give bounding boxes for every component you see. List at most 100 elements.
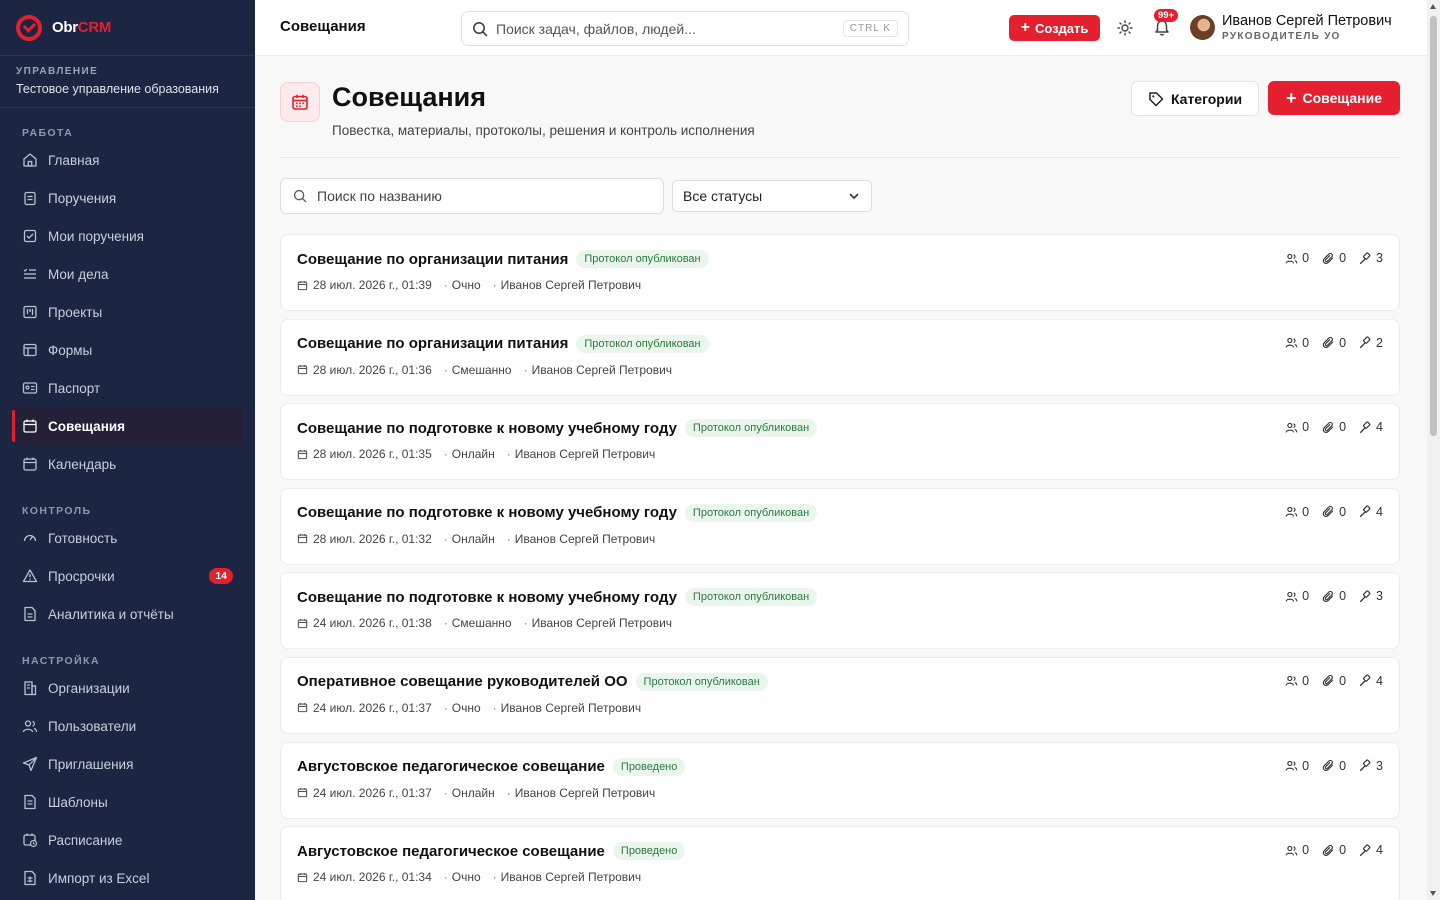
scroll-thumb[interactable]	[1430, 16, 1437, 436]
meeting-title[interactable]: Августовское педагогическое совещание	[297, 758, 605, 775]
decisions-value: 4	[1376, 420, 1383, 435]
meeting-card[interactable]: Совещание по подготовке к новому учебном…	[280, 487, 1400, 565]
users-icon	[1285, 591, 1298, 602]
status-badge: Протокол опубликован	[576, 334, 709, 353]
paperclip-icon	[1322, 590, 1334, 602]
meeting-search[interactable]	[280, 178, 664, 214]
meeting-title[interactable]: Совещание по подготовке к новому учебном…	[297, 420, 677, 437]
meeting-title[interactable]: Августовское педагогическое совещание	[297, 843, 605, 860]
paperclip-icon	[1322, 759, 1334, 772]
user-name[interactable]: Иванов Сергей Петрович	[1222, 13, 1392, 29]
sidebar-item[interactable]: Просрочки 14	[0, 557, 255, 595]
separator: ·	[492, 870, 497, 885]
sidebar-item[interactable]: Импорт из Excel	[0, 859, 255, 897]
files-value: 0	[1339, 251, 1347, 265]
sidebar-nav: РАБОТА Главная Поручения Мои поручения Мои д…	[0, 108, 255, 897]
status-filter-select[interactable]: Все статусы	[672, 180, 872, 212]
meeting-date: 28 июл. 2026 г., 01:35	[313, 447, 432, 462]
sidebar-item[interactable]: Главная	[0, 141, 255, 179]
meeting-card[interactable]: Оперативное совещание руководителей ОО П…	[280, 656, 1400, 734]
meeting-format: Онлайн	[451, 531, 495, 546]
separator: ·	[443, 700, 448, 715]
files-count: 0	[1322, 420, 1346, 434]
meeting-title[interactable]: Совещание по подготовке к новому учебном…	[297, 504, 677, 521]
sidebar-item[interactable]: Мои дела	[0, 255, 255, 293]
sidebar-item[interactable]: Готовность	[0, 519, 255, 557]
sidebar-item[interactable]: Мои поручения	[0, 217, 255, 255]
meeting-card[interactable]: Совещание по подготовке к новому учебном…	[280, 403, 1400, 481]
participants-count: 0	[1285, 420, 1309, 434]
meeting-author: Иванов Сергей Петрович	[514, 531, 656, 546]
separator: ·	[443, 785, 448, 800]
meeting-title[interactable]: Совещание по организации питания	[297, 251, 568, 268]
calendar-icon	[297, 449, 308, 459]
meeting-title-row: Совещание по организации питания Протоко…	[297, 250, 709, 268]
gavel-icon	[1360, 844, 1371, 856]
users-icon	[1285, 845, 1298, 856]
sidebar-item[interactable]: Совещания	[12, 407, 243, 445]
categories-button[interactable]: Категории	[1131, 81, 1259, 116]
meeting-card[interactable]: Августовское педагогическое совещание Пр…	[280, 826, 1400, 900]
meeting-card[interactable]: Совещание по организации питания Протоко…	[280, 234, 1400, 311]
decisions-value: 3	[1376, 251, 1383, 265]
files-count: 0	[1322, 336, 1346, 350]
create-button[interactable]: + Создать	[1009, 15, 1100, 41]
sidebar-item[interactable]: Аналитика и отчёты	[0, 595, 255, 633]
scroll-down-icon[interactable]	[1430, 891, 1436, 896]
meeting-card[interactable]: Августовское педагогическое совещание Пр…	[280, 741, 1400, 819]
calendar-icon	[297, 365, 308, 375]
org-switcher[interactable]: УПРАВЛЕНИЕ Тестовое управление образован…	[0, 56, 255, 108]
users-icon	[1285, 337, 1298, 348]
separator: ·	[443, 616, 448, 631]
scrollbar[interactable]	[1427, 0, 1440, 900]
sidebar-item[interactable]: Паспорт	[0, 369, 255, 407]
decisions-value: 3	[1376, 758, 1383, 773]
users-icon	[1285, 422, 1298, 433]
gauge-icon	[22, 530, 38, 546]
global-search[interactable]: CTRL K	[461, 11, 909, 46]
meeting-card[interactable]: Совещание по организации питания Протоко…	[280, 318, 1400, 396]
sidebar-item-label: Расписание	[48, 832, 123, 848]
meeting-format: Смешанно	[451, 616, 512, 631]
sidebar-item[interactable]: Расписание	[0, 821, 255, 859]
meeting-title[interactable]: Оперативное совещание руководителей ОО	[297, 673, 628, 690]
meeting-stats: 0 0 4	[1272, 420, 1383, 434]
sidebar-item-label: Приглашения	[48, 756, 134, 772]
clipboard-icon	[22, 190, 38, 206]
sidebar-item[interactable]: Приглашения	[0, 745, 255, 783]
sidebar-item[interactable]: Поручения	[0, 179, 255, 217]
sidebar-item-label: Календарь	[48, 456, 117, 472]
participants-value: 0	[1302, 420, 1310, 435]
sidebar-item[interactable]: Календарь	[0, 445, 255, 483]
page-subtitle: Повестка, материалы, протоколы, решения …	[332, 123, 755, 138]
brand[interactable]: ObrCRM	[0, 0, 255, 56]
theme-toggle[interactable]	[1116, 19, 1134, 37]
new-meeting-button[interactable]: + Совещание	[1268, 81, 1400, 115]
sidebar-item[interactable]: Шаблоны	[0, 783, 255, 821]
meeting-meta: 24 июл. 2026 г., 01:38 · Смешанно · Иван…	[297, 616, 672, 630]
sidebar-item[interactable]: Проекты	[0, 293, 255, 331]
send-icon	[22, 756, 38, 772]
paperclip-icon	[1322, 506, 1334, 518]
home-icon	[22, 152, 38, 168]
meeting-stats: 0 0 3	[1272, 759, 1383, 773]
meeting-title[interactable]: Совещание по подготовке к новому учебном…	[297, 589, 677, 606]
meeting-meta: 28 июл. 2026 г., 01:32 · Онлайн · Иванов…	[297, 532, 655, 546]
meeting-title[interactable]: Совещание по организации питания	[297, 335, 568, 352]
files-value: 0	[1339, 420, 1347, 435]
calendar-icon	[297, 618, 308, 629]
meeting-card[interactable]: Совещание по подготовке к новому учебном…	[280, 572, 1400, 650]
meeting-date: 28 июл. 2026 г., 01:39	[313, 278, 432, 292]
checkbox-icon	[22, 228, 38, 244]
meeting-search-input[interactable]	[317, 188, 637, 204]
sidebar-item[interactable]: Формы	[0, 331, 255, 369]
avatar[interactable]	[1190, 15, 1215, 40]
sidebar-item[interactable]: Пользователи	[0, 707, 255, 745]
table-icon	[22, 342, 38, 358]
topbar-title: Совещания	[280, 18, 366, 35]
global-search-input[interactable]	[496, 20, 826, 37]
paperclip-icon	[1322, 675, 1334, 687]
scroll-up-icon[interactable]	[1430, 4, 1436, 9]
sidebar-item[interactable]: Организации	[0, 669, 255, 707]
